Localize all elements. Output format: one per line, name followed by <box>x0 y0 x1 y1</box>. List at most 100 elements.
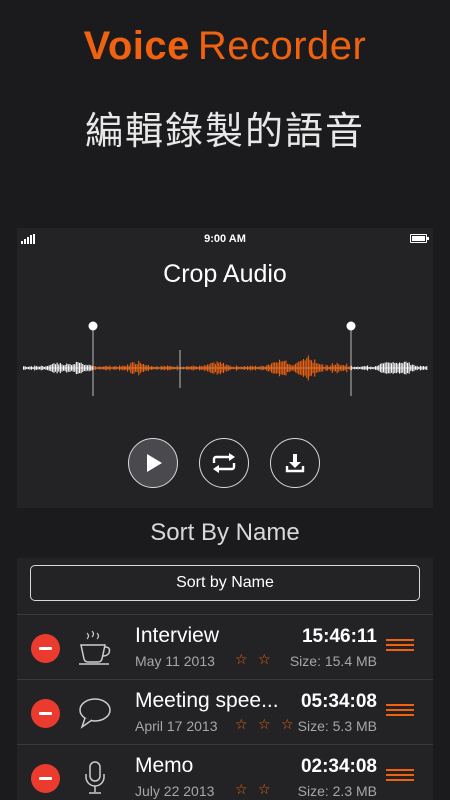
waveform-bar <box>384 362 386 374</box>
waveform-bar <box>114 366 116 370</box>
audio-waveform[interactable] <box>17 316 433 406</box>
waveform-bar <box>135 364 137 372</box>
waveform-bar <box>154 367 156 369</box>
waveform-bar <box>391 363 393 373</box>
waveform-bar <box>77 362 79 374</box>
waveform-bar <box>389 362 391 374</box>
reorder-handle-icon[interactable] <box>386 704 414 718</box>
waveform-bar <box>122 365 124 371</box>
waveform-bar <box>275 362 277 374</box>
recording-stars[interactable]: ☆ ☆ <box>235 782 274 798</box>
waveform-bar <box>87 365 89 371</box>
waveform-bar <box>306 358 308 378</box>
delete-button[interactable] <box>31 634 60 663</box>
waveform-bar <box>381 363 383 373</box>
waveform-bar <box>282 361 284 375</box>
delete-button[interactable] <box>31 699 60 728</box>
waveform-bar <box>279 359 281 377</box>
waveform-bar <box>323 367 325 369</box>
waveform-bar <box>216 361 218 375</box>
waveform-bar <box>42 366 44 370</box>
waveform-bar <box>354 366 356 370</box>
crop-end-handle[interactable] <box>346 321 356 397</box>
waveform-bar <box>197 367 199 369</box>
reorder-handle-icon[interactable] <box>386 769 414 783</box>
sort-by-name-button[interactable]: Sort by Name <box>30 565 420 601</box>
waveform-bar <box>48 365 50 371</box>
recording-stars[interactable]: ☆ ☆ ☆ <box>235 717 297 733</box>
waveform-bar <box>215 364 217 372</box>
waveform-bar <box>325 364 327 371</box>
recording-stars[interactable]: ☆ ☆ <box>235 652 274 668</box>
waveform-bar <box>416 365 418 371</box>
waveform-bar <box>31 366 33 370</box>
waveform-bar <box>88 364 90 372</box>
waveform-bar <box>85 364 87 372</box>
waveform-bar <box>186 366 188 370</box>
waveform-bar <box>258 366 260 370</box>
waveform-bar <box>328 366 330 370</box>
waveform-bar <box>208 364 210 372</box>
recording-row[interactable]: Interview May 11 2013 ☆ ☆ 15:46:11 Size:… <box>17 614 433 679</box>
play-icon <box>147 454 162 472</box>
waveform-bar <box>240 366 242 370</box>
waveform-bar <box>152 366 154 370</box>
waveform-bar <box>280 361 282 375</box>
crop-start-handle[interactable] <box>88 321 98 397</box>
waveform-bar <box>333 365 335 371</box>
waveform-bar <box>143 364 145 372</box>
waveform-bar <box>367 365 369 371</box>
waveform-bar <box>411 364 413 372</box>
recording-name: Interview <box>135 624 220 647</box>
download-button[interactable] <box>270 438 320 488</box>
waveform-bar <box>335 364 337 372</box>
waveform-bar <box>127 364 129 372</box>
waveform-bar <box>175 367 177 369</box>
recording-date: May 11 2013 <box>135 653 215 669</box>
delete-button[interactable] <box>31 764 60 793</box>
waveform-bar <box>74 364 76 372</box>
recording-duration: 15:46:11 <box>301 626 377 647</box>
waveform-bar <box>405 361 407 375</box>
waveform-bar <box>133 362 135 374</box>
waveform-bar <box>403 361 405 375</box>
waveform-bar <box>320 364 322 372</box>
waveform-bar <box>55 364 57 372</box>
waveform-bar <box>232 366 234 370</box>
waveform-bar <box>355 367 357 369</box>
waveform-bar <box>303 359 305 377</box>
waveform-bar <box>67 364 69 372</box>
waveform-bar <box>250 365 252 371</box>
waveform-bar <box>37 366 39 370</box>
waveform-bar <box>35 366 37 370</box>
waveform-bar <box>99 366 101 370</box>
waveform-bar <box>226 364 228 372</box>
recording-row[interactable]: Memo July 22 2013 ☆ ☆ 02:34:08 Size: 2.3… <box>17 744 433 800</box>
waveform-bar <box>138 360 140 376</box>
waveform-bar <box>421 366 423 370</box>
waveform-bar <box>194 366 196 370</box>
waveform-bar <box>47 366 49 371</box>
waveform-bar <box>307 355 309 381</box>
waveform-bar <box>29 366 31 370</box>
waveform-bar <box>93 366 95 370</box>
waveform-bar <box>357 366 359 370</box>
play-button[interactable] <box>128 438 178 488</box>
waveform-bar <box>331 363 333 373</box>
waveform-bar <box>120 366 122 370</box>
waveform-bar <box>192 365 194 371</box>
repeat-button[interactable] <box>199 438 249 488</box>
sort-header: Sort By Name <box>17 508 433 558</box>
waveform-bar <box>407 362 409 374</box>
waveform-bar <box>40 365 42 371</box>
waveform-bar <box>312 362 314 374</box>
screen-title: Crop Audio <box>163 260 287 288</box>
reorder-handle-icon[interactable] <box>386 639 414 653</box>
waveform-bar <box>426 366 428 370</box>
waveform-bar <box>263 366 265 370</box>
waveform-bar <box>266 365 268 371</box>
waveform-bar <box>45 366 47 370</box>
waveform-bar <box>271 363 273 373</box>
recording-row[interactable]: Meeting spee... April 17 2013 ☆ ☆ ☆ 05:3… <box>17 679 433 744</box>
waveform-bar <box>189 366 191 370</box>
